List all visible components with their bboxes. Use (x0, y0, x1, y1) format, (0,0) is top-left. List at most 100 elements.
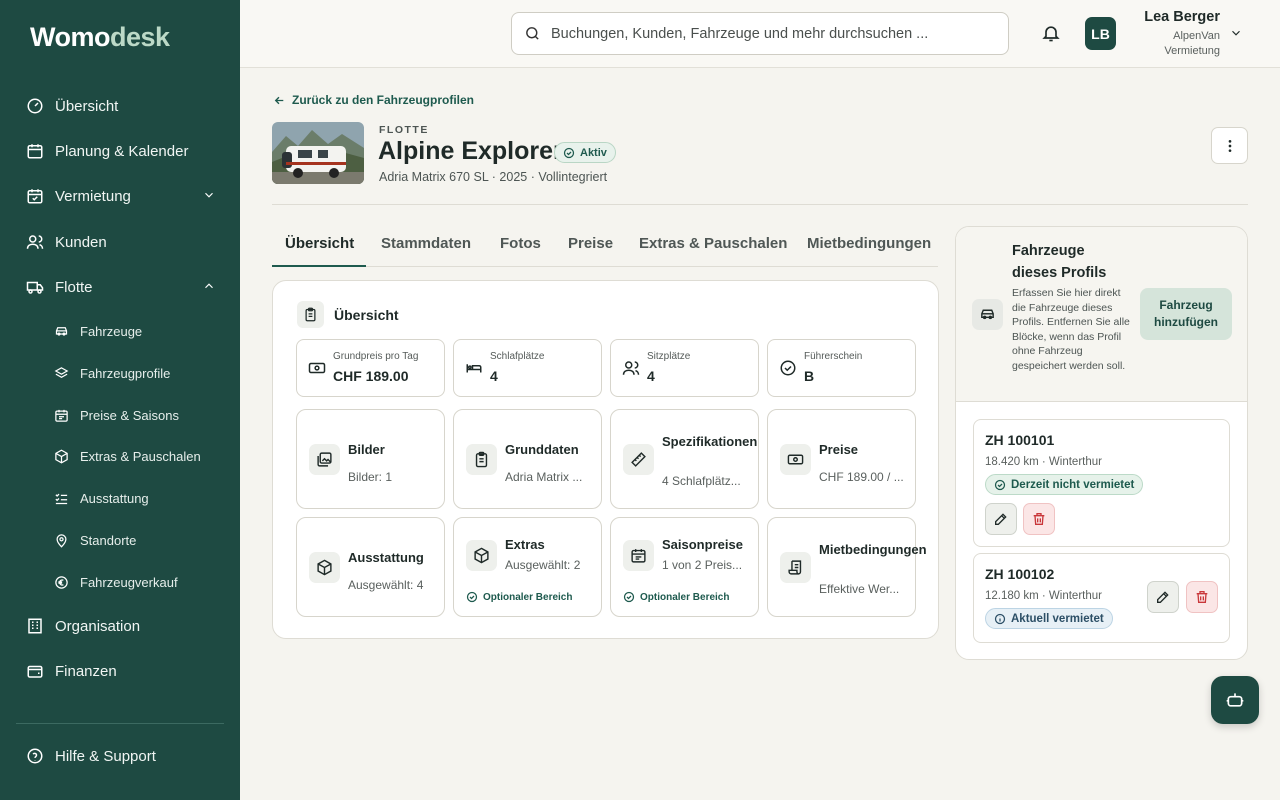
tab-preise[interactable]: Preise (568, 235, 613, 252)
delete-vehicle-button[interactable] (1186, 581, 1218, 613)
tab-mietbedingungen[interactable]: Mietbedingungen (807, 235, 931, 252)
map-pin-icon (56, 533, 67, 548)
sidebar-divider (16, 723, 224, 724)
page-title: Alpine Explorer (378, 137, 563, 165)
stat-label: Sitzplätze (647, 351, 691, 362)
vehicle-meta: 18.420 km · Winterthur (985, 456, 1102, 468)
tile-title: Extras (505, 537, 545, 552)
stat-value: B (804, 368, 815, 384)
vehicle-status-badge: Derzeit nicht vermietet (985, 474, 1144, 495)
building-icon (28, 618, 42, 634)
sidebar-subitem-label: Preise & Saisons (80, 407, 179, 423)
sidebar-subitem-ausstattung[interactable]: Ausstattung (54, 488, 149, 508)
vehicle-status-badge: Aktuell vermietet (985, 608, 1113, 629)
sidebar-subitem-label: Extras & Pauschalen (80, 448, 201, 464)
sidebar-subitem-preise[interactable]: Preise & Saisons (54, 405, 179, 425)
bot-icon (1226, 693, 1244, 707)
euro-icon (55, 575, 68, 589)
user-name[interactable]: Lea Berger (1144, 9, 1220, 25)
sidebar-item-vermietung[interactable]: Vermietung (26, 184, 216, 208)
sidebar-subitem-extras[interactable]: Extras & Pauschalen (54, 446, 201, 466)
sidebar-subitem-fahrzeuge[interactable]: Fahrzeuge (54, 321, 142, 341)
wallet-icon (27, 665, 43, 678)
tab-fotos[interactable]: Fotos (500, 235, 541, 252)
trash-icon (1033, 513, 1045, 525)
fleet-truck-icon (26, 281, 44, 294)
vehicle-card: ZH 100101 18.420 km · Winterthur Derzeit… (973, 419, 1230, 547)
users-icon (26, 235, 44, 249)
chevron-up-icon (205, 283, 213, 289)
check-circle-icon (623, 591, 635, 603)
sidebar-item-finanzen[interactable]: Finanzen (26, 659, 216, 683)
sidebar-item-label: Finanzen (55, 662, 117, 680)
sidebar-item-help[interactable]: Hilfe & Support (26, 744, 216, 768)
tile-title: Mietbedingungen (819, 542, 927, 557)
package-check-icon (309, 552, 340, 583)
tile-spezifikationen[interactable]: Spezifikationen 4 Schlafplätz... (610, 409, 759, 509)
check-circle-icon (994, 479, 1006, 490)
edit-vehicle-button[interactable] (985, 503, 1017, 535)
check-circle-icon (466, 591, 478, 603)
overview-title: Übersicht (334, 306, 399, 323)
dashboard-gauge-icon (27, 98, 43, 114)
check-circle-icon (563, 147, 575, 158)
add-vehicle-button[interactable]: Fahrzeug hinzufügen (1140, 288, 1232, 340)
tile-saisonpreise[interactable]: Saisonpreise 1 von 2 Preis... Optionaler… (610, 517, 759, 617)
calendar-icon (27, 144, 43, 159)
sidebar-item-label: Flotte (55, 278, 93, 296)
banknote-icon (780, 444, 811, 475)
calendar-check-icon (27, 189, 43, 204)
info-circle-icon (994, 613, 1006, 624)
tile-title: Spezifikationen (662, 434, 758, 449)
sidebar-item-organisation[interactable]: Organisation (26, 614, 216, 638)
search-input[interactable] (551, 25, 971, 42)
stat-grundpreis: Grundpreis pro Tag CHF 189.00 (296, 339, 445, 397)
layers-icon (54, 366, 69, 378)
sidebar-item-label: Vermietung (55, 187, 131, 205)
tile-summary: Effektive Wer... (819, 582, 900, 596)
car-icon (972, 299, 1003, 330)
tile-bilder[interactable]: Bilder Bilder: 1 (296, 409, 445, 509)
tab-uebersicht[interactable]: Übersicht (285, 235, 354, 252)
sidebar-item-uebersicht[interactable]: Übersicht (26, 94, 216, 118)
sidebar-item-label: Übersicht (55, 97, 119, 115)
tab-extras[interactable]: Extras & Pauschalen (639, 235, 787, 252)
tab-bar: Übersicht Stammdaten Fotos Preise Extras… (272, 226, 938, 267)
arrow-left-icon (274, 96, 284, 104)
tile-preise[interactable]: Preise CHF 189.00 / ... (767, 409, 916, 509)
sidebar-item-planung[interactable]: Planung & Kalender (26, 139, 216, 163)
sidebar-subitem-label: Fahrzeugverkauf (80, 574, 178, 590)
tile-extras[interactable]: Extras Ausgewählt: 2 Optionaler Bereich (453, 517, 602, 617)
car-icon (55, 326, 68, 336)
sidebar-subitem-fahrzeugverkauf[interactable]: Fahrzeugverkauf (54, 572, 178, 592)
back-link[interactable]: Zurück zu den Fahrzeugprofilen (273, 93, 474, 107)
stat-label: Schlafplätze (490, 351, 545, 362)
sidebar-subitem-standorte[interactable]: Standorte (54, 530, 136, 550)
sidebar-subitem-fahrzeugprofile[interactable]: Fahrzeugprofile (54, 363, 170, 383)
sidebar-item-kunden[interactable]: Kunden (26, 230, 216, 254)
header-divider (272, 204, 1248, 205)
clipboard-icon (466, 444, 497, 475)
more-options-button[interactable] (1211, 127, 1248, 164)
bell-icon[interactable] (1041, 23, 1061, 43)
tab-stammdaten[interactable]: Stammdaten (381, 235, 471, 252)
trash-icon (1196, 591, 1208, 603)
tile-ausstattung[interactable]: Ausstattung Ausgewählt: 4 (296, 517, 445, 617)
sidebar-item-flotte[interactable]: Flotte (26, 275, 216, 299)
calendar-icon (623, 540, 654, 571)
scroll-document-icon (780, 552, 811, 583)
delete-vehicle-button[interactable] (1023, 503, 1055, 535)
edit-vehicle-button[interactable] (1147, 581, 1179, 613)
chevron-down-icon[interactable] (1229, 26, 1243, 40)
avatar[interactable]: LB (1085, 17, 1116, 50)
tile-title: Ausstattung (348, 550, 424, 565)
tile-mietbedingungen[interactable]: Mietbedingungen Effektive Wer... (767, 517, 927, 617)
stat-value: 4 (647, 368, 655, 384)
vehicles-panel: Fahrzeuge dieses Profils Erfassen Sie hi… (955, 226, 1248, 660)
more-vertical-icon (1228, 139, 1231, 152)
package-icon (55, 449, 68, 463)
search-box[interactable] (511, 12, 1009, 55)
assistant-bot-button[interactable] (1211, 676, 1259, 724)
tile-grunddaten[interactable]: Grunddaten Adria Matrix ... (453, 409, 602, 509)
app-logo[interactable]: Womodesk (30, 22, 170, 53)
